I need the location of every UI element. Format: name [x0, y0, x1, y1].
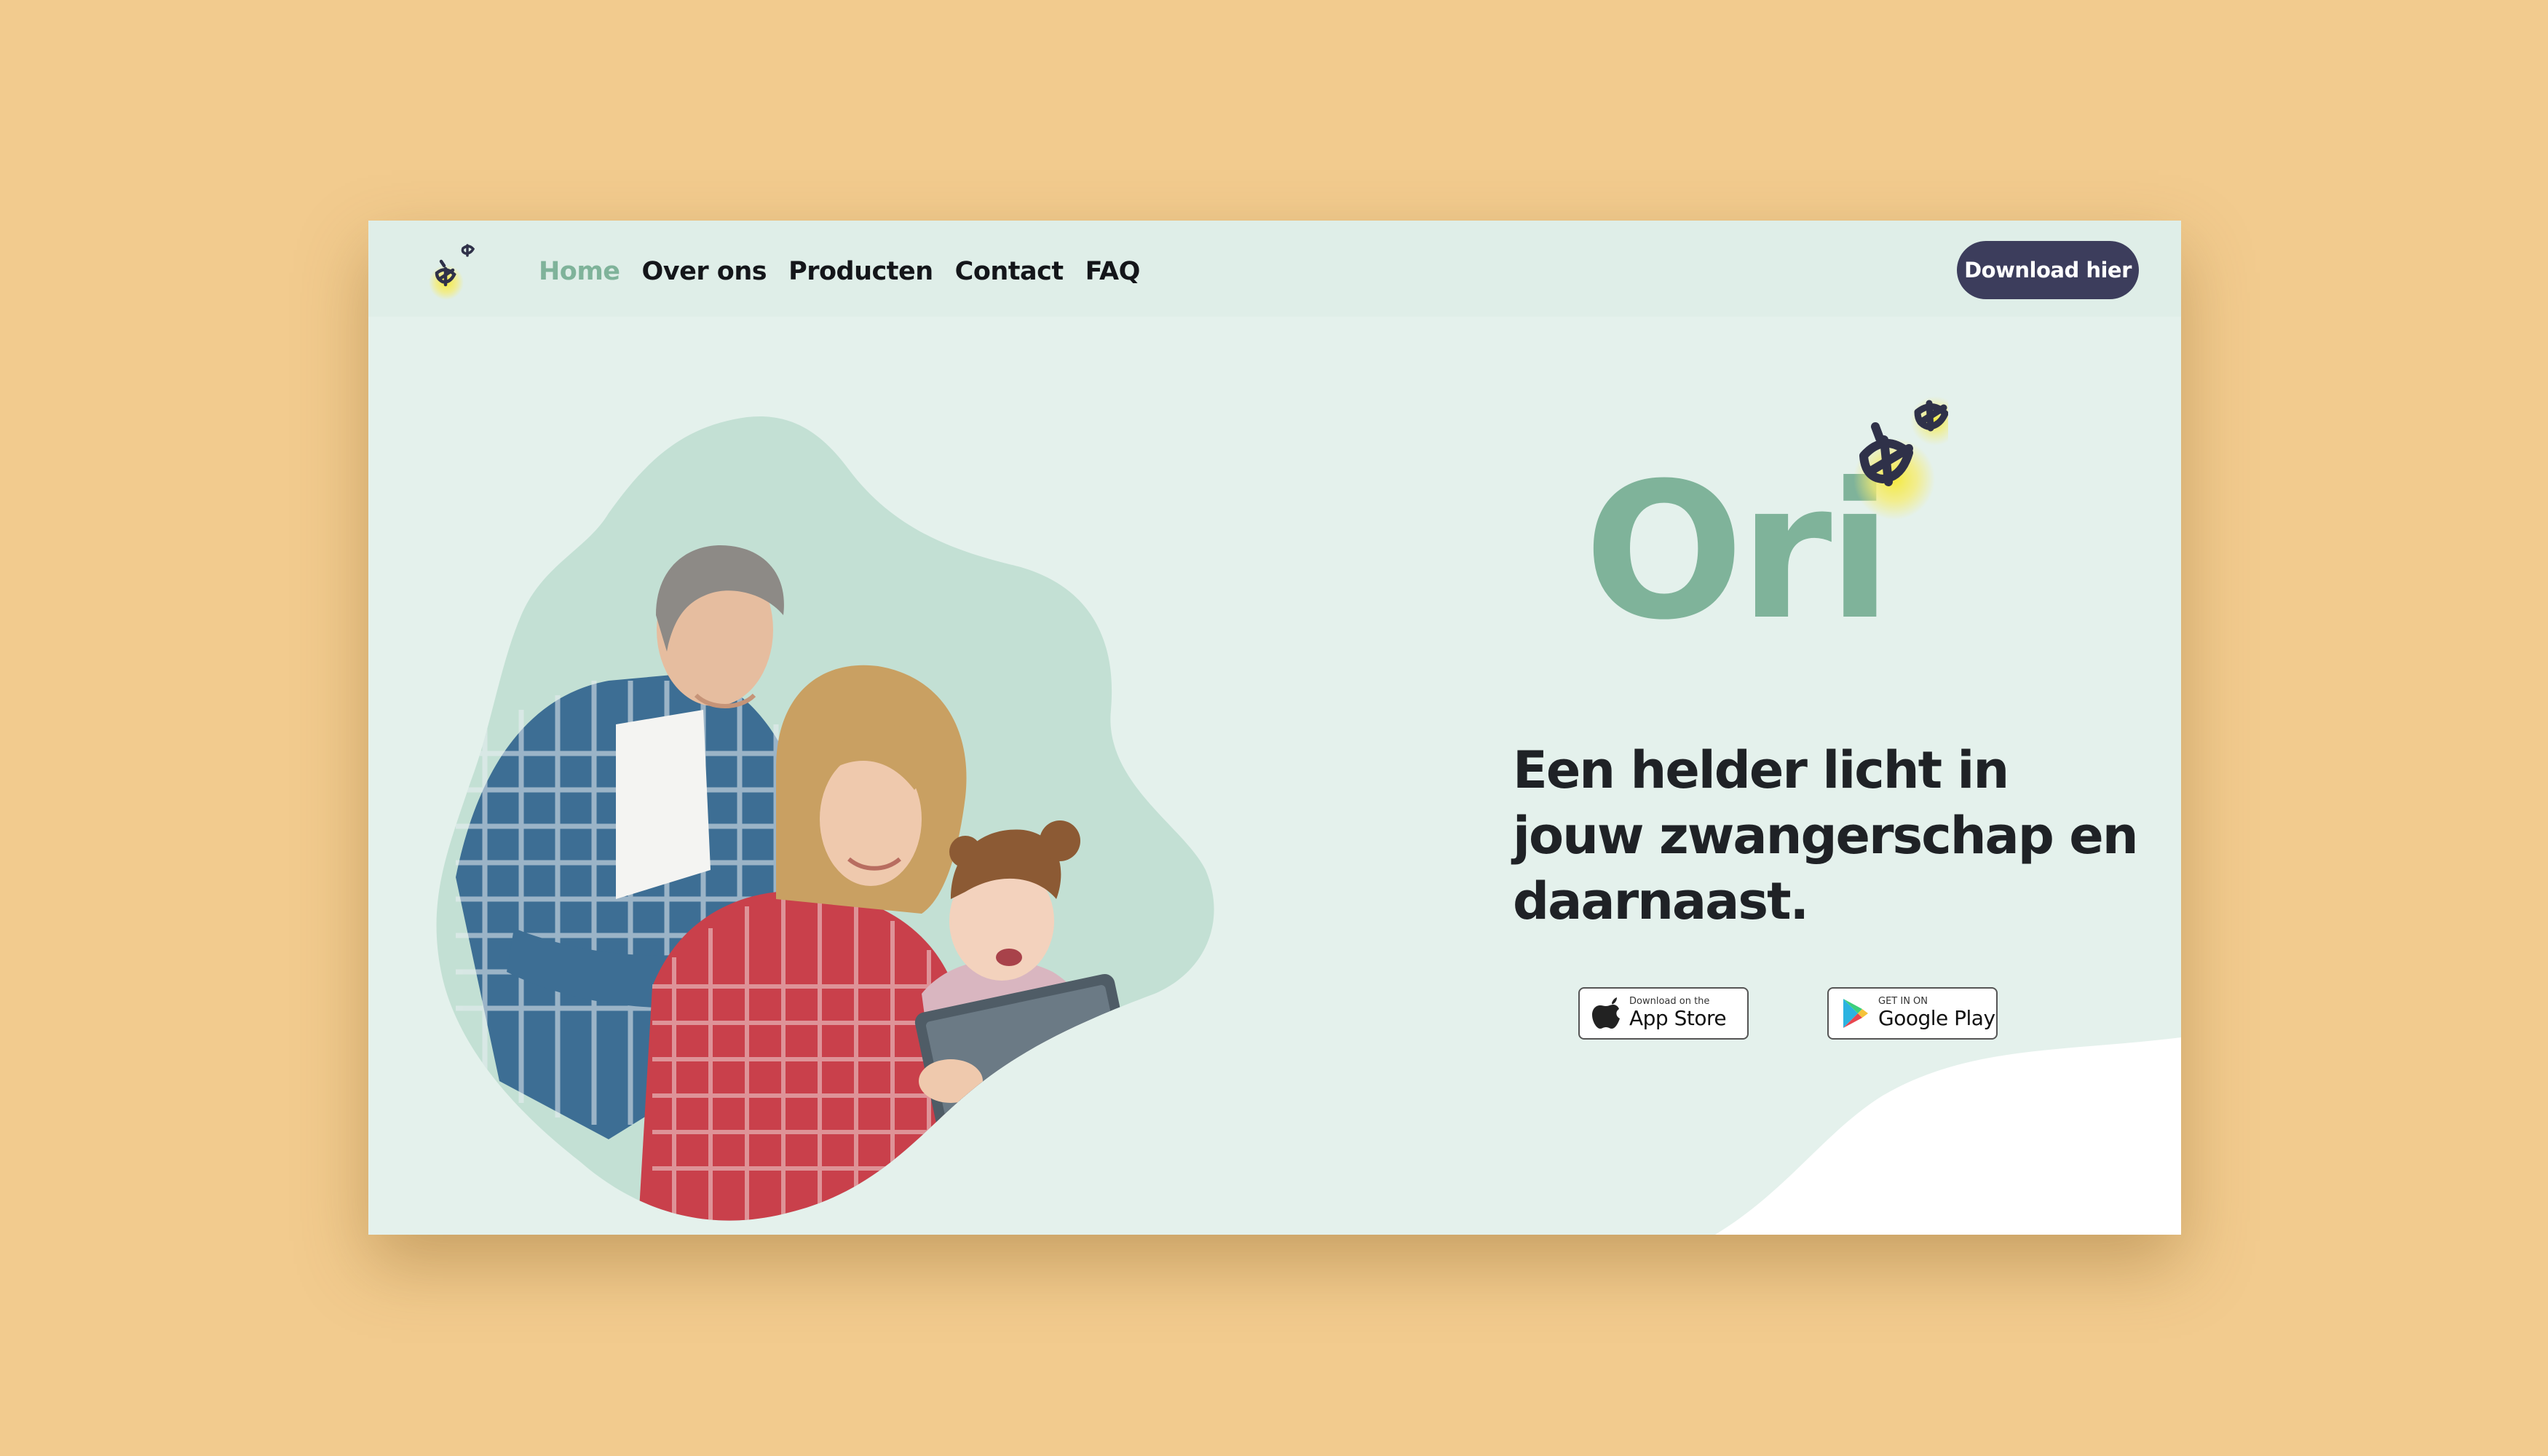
apple-icon: [1592, 997, 1620, 1029]
download-button[interactable]: Download hier: [1957, 241, 2139, 299]
google-play-small-text: GET IN ON: [1878, 996, 1928, 1007]
nav-link-faq[interactable]: FAQ: [1085, 257, 1141, 286]
nav-link-over-ons[interactable]: Over ons: [642, 257, 767, 286]
google-play-badge[interactable]: GET IN ON Google Play: [1827, 987, 1998, 1040]
website-frame: Home Over ons Producten Contact FAQ Down…: [368, 221, 2181, 1235]
firefly-brand-icon: [1853, 396, 1948, 520]
google-play-icon: [1843, 999, 1868, 1028]
nav-link-home[interactable]: Home: [539, 257, 620, 286]
app-store-small-text: Download on the: [1629, 996, 1710, 1007]
hero-tagline: Een helder licht in jouw zwangerschap en…: [1513, 740, 2139, 931]
white-wave: [1715, 1037, 2181, 1235]
nav-link-producten[interactable]: Producten: [788, 257, 933, 286]
nav-link-contact[interactable]: Contact: [955, 257, 1064, 286]
app-store-badge[interactable]: Download on the App Store: [1578, 987, 1749, 1040]
app-store-label: App Store: [1629, 1006, 1727, 1030]
brand-logo: Ori: [1584, 392, 1948, 654]
navbar: Home Over ons Producten Contact FAQ Down…: [368, 221, 2181, 317]
nav-links: Home Over ons Producten Contact FAQ: [539, 247, 1162, 296]
firefly-logo-icon[interactable]: [424, 237, 482, 302]
google-play-label: Google Play: [1878, 1006, 1995, 1030]
